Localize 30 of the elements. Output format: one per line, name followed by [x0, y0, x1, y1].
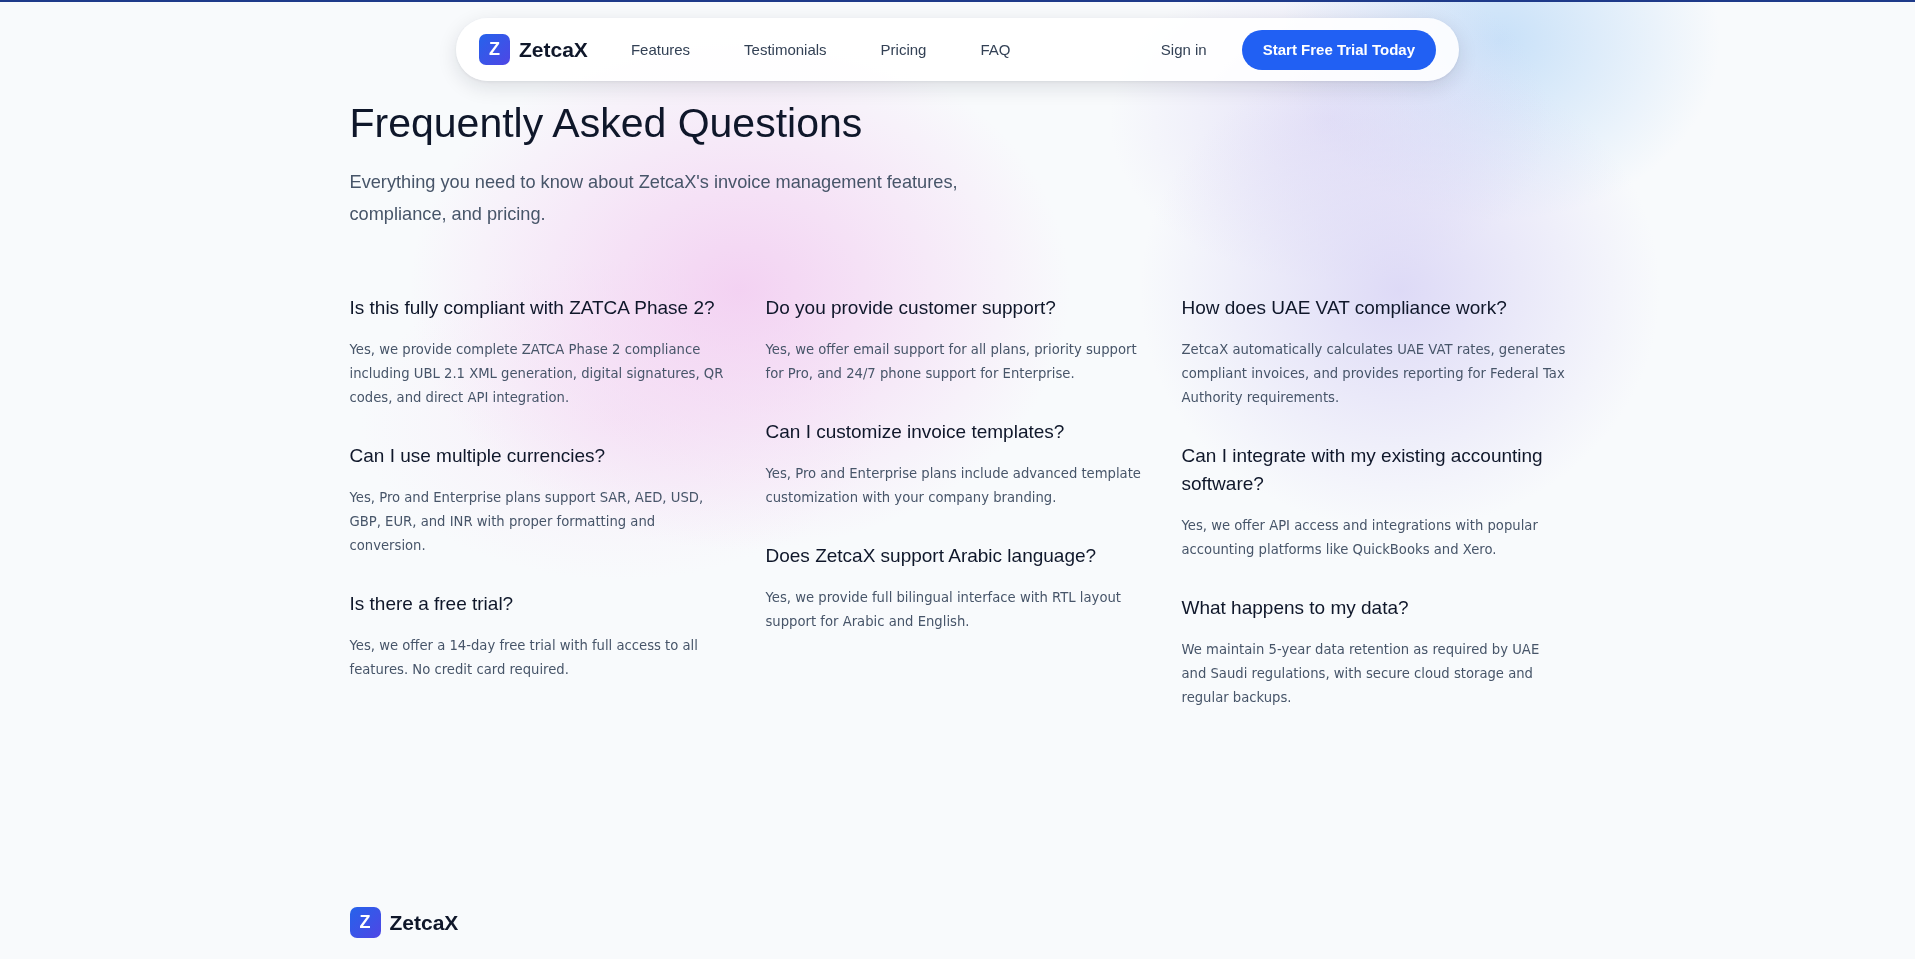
- faq-answer: Yes, Pro and Enterprise plans include advanced template customization with your company branding.: [765, 465, 1142, 507]
- faq-question: Can I integrate with my existing accounting software?: [1181, 444, 1544, 496]
- faq-question: Can I customize invoice templates?: [765, 420, 1066, 444]
- faq-answer: Yes, Pro and Enterprise plans support SAR, AED, USD, GBP, EUR, and INR with proper formatting and conversion.: [349, 489, 705, 555]
- faq-subtitle: Everything you need to know about ZetcaX's invoice management features, compliance, and pricing.: [349, 171, 959, 226]
- brand-name[interactable]: ZetcaX: [519, 37, 588, 62]
- faq-answer: ZetcaX automatically calculates UAE VAT rates, generates compliant invoices, and provides reporting for Federal Tax Authority requirements.: [1181, 341, 1566, 407]
- faq-question: What happens to my data?: [1181, 596, 1410, 620]
- logo-mark: Z: [349, 907, 381, 938]
- faq-answer: Yes, we offer a 14-day free trial with full access to all features. No credit card required.: [349, 637, 699, 679]
- logo-mark[interactable]: Z: [479, 34, 510, 65]
- nav-link[interactable]: Pricing: [880, 41, 927, 58]
- faq-answer: Yes, we offer email support for all plans, priority support for Pro, and 24/7 phone support for Enterprise.: [765, 341, 1138, 383]
- faq-answer: Yes, we provide full bilingual interface with RTL layout support for Arabic and English.: [765, 589, 1122, 631]
- faq-answer: Yes, we offer API access and integrations with popular accounting platforms like QuickBooks and Xero.: [1181, 517, 1539, 559]
- nav-link[interactable]: FAQ: [980, 41, 1011, 58]
- nav-link[interactable]: Testimonials: [744, 41, 827, 58]
- faq-question: Is this fully compliant with ZATCA Phase 2?: [349, 296, 716, 320]
- faq-title: Frequently Asked Questions: [349, 99, 864, 148]
- cta-button[interactable]: Start Free Trial Today: [1241, 29, 1436, 70]
- faq-question: Can I use multiple currencies?: [349, 444, 607, 468]
- faq-question: Do you provide customer support?: [765, 296, 1057, 320]
- sign-in-link[interactable]: Sign in: [1160, 41, 1207, 58]
- brand-name: ZetcaX: [389, 910, 459, 935]
- faq-question: Is there a free trial?: [349, 592, 515, 616]
- faq-answer: Yes, we provide complete ZATCA Phase 2 compliance including UBL 2.1 XML generation, digital signatures, QR codes, and direct API integration.: [349, 341, 725, 407]
- faq-answer: We maintain 5-year data retention as required by UAE and Saudi regulations, with secure cloud storage and regular backups.: [1181, 641, 1541, 707]
- nav-link[interactable]: Features: [630, 41, 691, 58]
- faq-question: How does UAE VAT compliance work?: [1181, 296, 1508, 320]
- faq-question: Does ZetcaX support Arabic language?: [765, 544, 1098, 568]
